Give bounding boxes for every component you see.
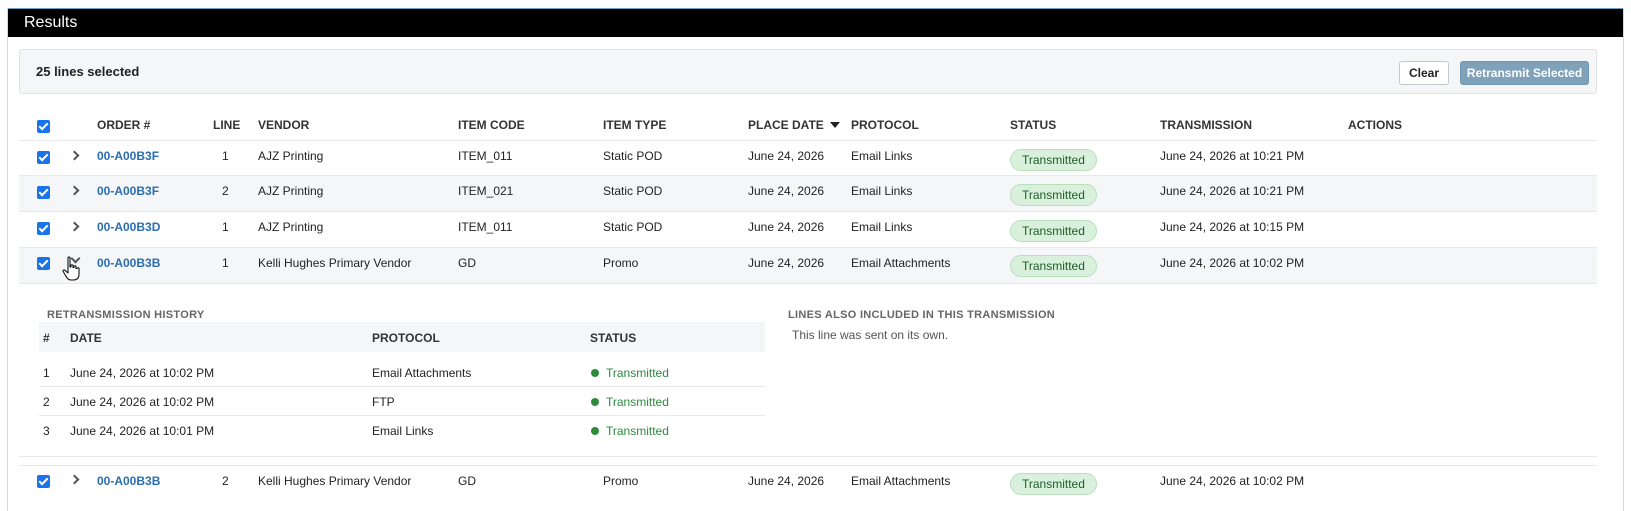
- col-status[interactable]: STATUS: [1010, 118, 1056, 132]
- hand-cursor-icon: [62, 256, 80, 281]
- line-number: 1: [222, 149, 229, 163]
- order-link[interactable]: 00-A00B3D: [97, 220, 160, 234]
- col-line[interactable]: LINE: [213, 118, 240, 132]
- select-all-checkbox[interactable]: [37, 120, 50, 133]
- line-number: 1: [222, 220, 229, 234]
- selected-count: 25 lines selected: [36, 64, 140, 79]
- clear-button[interactable]: Clear: [1399, 61, 1450, 85]
- place-date: June 24, 2026: [748, 474, 825, 488]
- order-link[interactable]: 00-A00B3F: [97, 184, 159, 198]
- history-col-date: DATE: [70, 331, 102, 345]
- item-code: GD: [458, 474, 476, 488]
- item-code: ITEM_021: [458, 184, 514, 198]
- table-row[interactable]: [19, 465, 1597, 511]
- vendor-name: Kelli Hughes Primary Vendor: [258, 256, 412, 270]
- selection-bar: 25 lines selected Clear Retransmit Selec…: [19, 49, 1597, 94]
- status-dot-icon: [591, 427, 599, 435]
- history-row: 1 June 24, 2026 at 10:02 PM Email Attach…: [39, 358, 765, 387]
- retransmit-selected-button[interactable]: Retransmit Selected: [1460, 61, 1589, 85]
- history-col-protocol: PROTOCOL: [372, 331, 440, 345]
- item-type: Static POD: [603, 149, 663, 163]
- col-transmission[interactable]: TRANSMISSION: [1160, 118, 1252, 132]
- status-dot-icon: [591, 369, 599, 377]
- vendor-name: AJZ Printing: [258, 149, 324, 163]
- status-badge: Transmitted: [1010, 220, 1097, 242]
- line-number: 2: [222, 474, 229, 488]
- history-col-num: #: [43, 331, 50, 345]
- retransmission-history-title: RETRANSMISSION HISTORY: [47, 309, 205, 321]
- protocol: Email Links: [851, 184, 913, 198]
- protocol: Email Links: [851, 149, 913, 163]
- col-actions: ACTIONS: [1348, 118, 1402, 132]
- protocol: Email Links: [851, 220, 913, 234]
- vendor-name: AJZ Printing: [258, 184, 324, 198]
- row-checkbox[interactable]: [37, 186, 50, 199]
- item-type: Static POD: [603, 184, 663, 198]
- place-date: June 24, 2026: [748, 220, 825, 234]
- col-item-type[interactable]: ITEM TYPE: [603, 118, 666, 132]
- transmission-time: June 24, 2026 at 10:15 PM: [1160, 220, 1305, 234]
- col-protocol[interactable]: PROTOCOL: [851, 118, 919, 132]
- place-date: June 24, 2026: [748, 184, 825, 198]
- item-type: Promo: [603, 474, 639, 488]
- vendor-name: Kelli Hughes Primary Vendor: [258, 474, 412, 488]
- lines-also-included-title: LINES ALSO INCLUDED IN THIS TRANSMISSION: [788, 309, 1056, 321]
- history-table-header: # DATE PROTOCOL STATUS: [39, 322, 765, 352]
- status-badge: Transmitted: [1010, 149, 1097, 171]
- item-code: ITEM_011: [458, 220, 513, 234]
- order-link[interactable]: 00-A00B3B: [97, 256, 160, 270]
- col-place-date[interactable]: PLACE DATE: [748, 118, 840, 132]
- transmission-time: June 24, 2026 at 10:02 PM: [1160, 474, 1305, 488]
- col-item-code[interactable]: ITEM CODE: [458, 118, 525, 132]
- line-number: 1: [222, 256, 229, 270]
- protocol: Email Attachments: [851, 256, 951, 270]
- status-badge: Transmitted: [1010, 255, 1097, 277]
- row-checkbox[interactable]: [37, 475, 50, 488]
- row-checkbox[interactable]: [37, 257, 50, 270]
- col-order[interactable]: ORDER #: [97, 118, 150, 132]
- transmission-time: June 24, 2026 at 10:21 PM: [1160, 149, 1305, 163]
- transmission-time: June 24, 2026 at 10:21 PM: [1160, 184, 1305, 198]
- sort-descending-icon: [829, 122, 840, 128]
- order-link[interactable]: 00-A00B3F: [97, 149, 159, 163]
- row-checkbox[interactable]: [37, 222, 50, 235]
- status-badge: Transmitted: [1010, 473, 1097, 495]
- item-code: GD: [458, 256, 476, 270]
- results-header: Results: [8, 8, 1623, 37]
- history-col-status: STATUS: [590, 331, 637, 345]
- item-type: Static POD: [603, 220, 663, 234]
- history-row: 3 June 24, 2026 at 10:01 PM Email Links …: [43, 424, 669, 438]
- place-date: June 24, 2026: [748, 149, 825, 163]
- col-vendor[interactable]: VENDOR: [258, 118, 309, 132]
- order-link[interactable]: 00-A00B3B: [97, 474, 160, 488]
- history-row: 2 June 24, 2026 at 10:02 PM FTP Transmit…: [39, 387, 765, 416]
- transmission-time: June 24, 2026 at 10:02 PM: [1160, 256, 1305, 270]
- status-badge: Transmitted: [1010, 184, 1097, 206]
- row-checkbox[interactable]: [37, 151, 50, 164]
- expanded-detail-panel: RETRANSMISSION HISTORY # DATE PROTOCOL S…: [19, 283, 1597, 457]
- vendor-name: AJZ Printing: [258, 220, 324, 234]
- lines-also-included-text: This line was sent on its own.: [792, 328, 949, 342]
- place-date: June 24, 2026: [748, 256, 825, 270]
- item-type: Promo: [603, 256, 639, 270]
- line-number: 2: [222, 184, 229, 198]
- item-code: ITEM_011: [458, 149, 513, 163]
- protocol: Email Attachments: [851, 474, 951, 488]
- status-dot-icon: [591, 398, 599, 406]
